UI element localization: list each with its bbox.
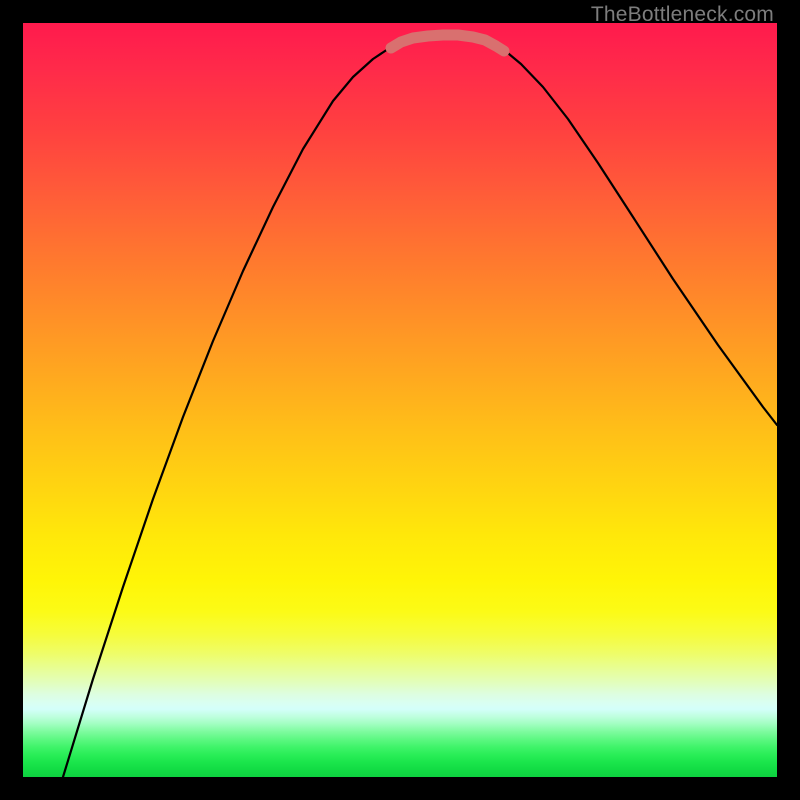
watermark-text: TheBottleneck.com bbox=[591, 3, 774, 27]
plot-area bbox=[23, 23, 777, 777]
optimal-band-marker bbox=[391, 35, 504, 51]
curve-layer bbox=[23, 23, 777, 777]
bottleneck-curve bbox=[63, 35, 777, 777]
chart-stage: TheBottleneck.com bbox=[0, 0, 800, 800]
